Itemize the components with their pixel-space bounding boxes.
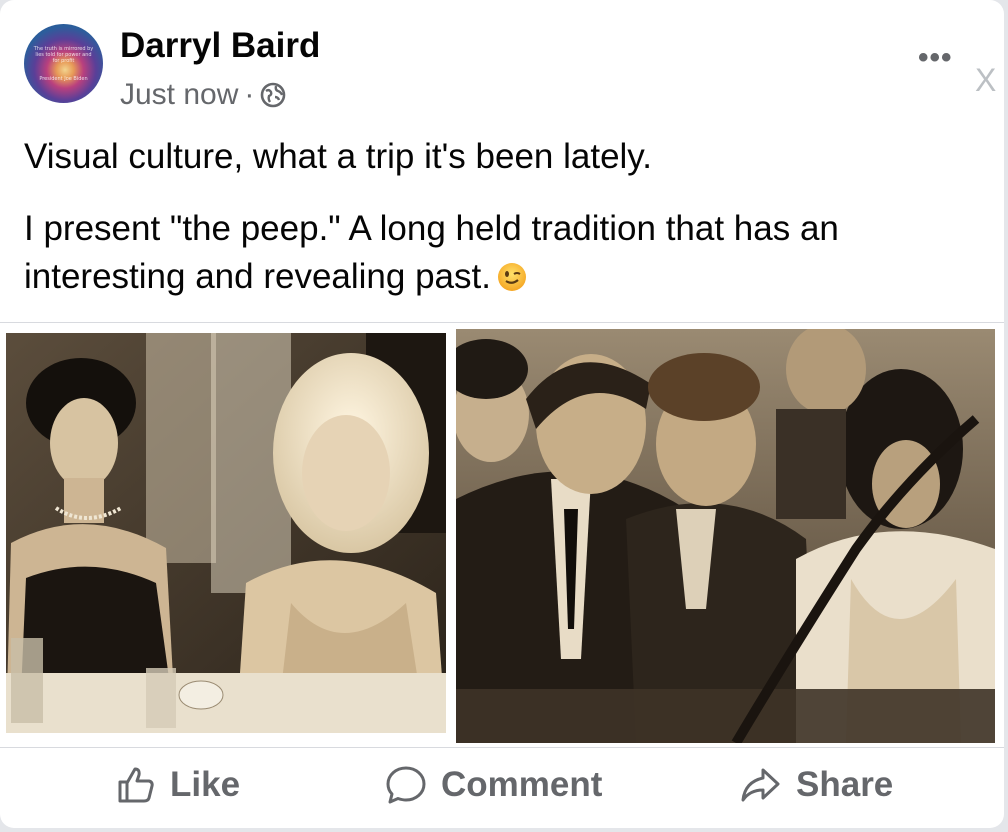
winking-face-icon xyxy=(497,263,526,291)
comment-button[interactable]: Comment xyxy=(385,765,602,805)
share-button[interactable]: Share xyxy=(740,765,893,805)
comment-icon xyxy=(386,766,426,804)
share-label: Share xyxy=(796,765,894,804)
timestamp[interactable]: Just now xyxy=(120,78,238,112)
photo-right-image xyxy=(456,329,995,743)
more-options-button[interactable]: ••• xyxy=(918,43,953,73)
meta-separator: · xyxy=(244,78,255,111)
post-text-para2: I present "the peep." A long held tradit… xyxy=(24,205,984,301)
author-name[interactable]: Darryl Baird xyxy=(120,26,320,66)
share-icon xyxy=(741,768,780,802)
globe-icon[interactable] xyxy=(260,82,286,108)
post-text-body: I present "the peep." A long held tradit… xyxy=(24,209,839,296)
action-bar: Like Comment Share xyxy=(0,747,1004,827)
close-button[interactable]: X xyxy=(975,62,996,99)
like-label: Like xyxy=(170,765,241,804)
avatar-caption: The truth is mirrored by lies told for p… xyxy=(33,46,94,64)
post-media xyxy=(0,322,1004,748)
post-text-line1: Visual culture, what a trip it's been la… xyxy=(24,137,652,176)
post-meta: Just now · xyxy=(120,78,286,112)
thumbs-up-icon xyxy=(118,767,154,803)
post-card: The truth is mirrored by lies told for p… xyxy=(0,0,1004,828)
photo-right[interactable] xyxy=(456,329,995,743)
photo-left[interactable] xyxy=(6,333,446,733)
avatar-subcaption: President Joe Biden xyxy=(39,76,88,82)
avatar[interactable]: The truth is mirrored by lies told for p… xyxy=(24,24,103,103)
photo-left-image xyxy=(6,333,446,733)
comment-label: Comment xyxy=(441,765,603,804)
like-button[interactable]: Like xyxy=(116,765,240,805)
